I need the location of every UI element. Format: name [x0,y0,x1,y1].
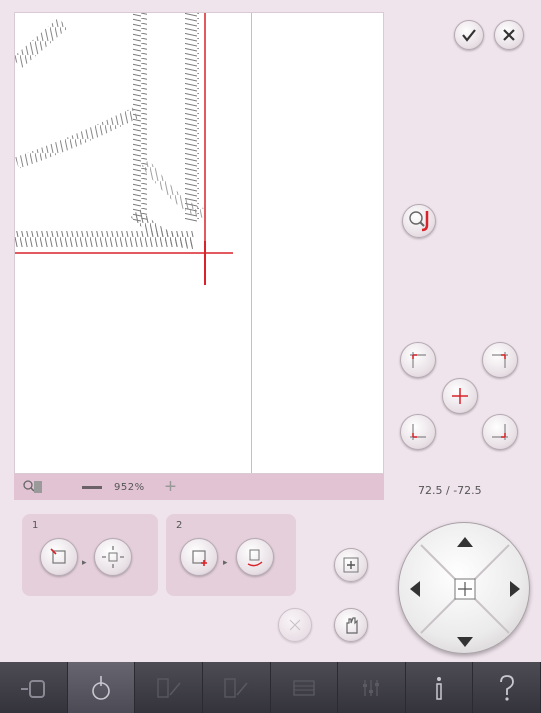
corner-bottom-left-icon [410,424,426,440]
zoom-to-cursor-button[interactable] [402,204,436,238]
tab-edit[interactable] [0,662,68,713]
arrow-down-icon[interactable] [456,633,474,652]
corner-top-right-icon [492,352,508,368]
step-2-move-point-button[interactable] [236,538,274,576]
embroidery-canvas[interactable] [14,12,384,474]
tab-stitch-out[interactable] [67,662,136,713]
step-1-select-point-button[interactable] [40,538,78,576]
center-icon [452,388,468,404]
step-number: 2 [176,520,183,531]
step-number: 1 [32,520,39,531]
step-2-select-point-button[interactable] [180,538,218,576]
sewing-icon [156,677,181,698]
corner-bottom-left-button[interactable] [400,414,436,450]
stitch-out-positioning-screen: 952% + 72.5 / -72.5 1 ▸ 2 ▸ [0,0,541,713]
tab-file-manager[interactable] [271,662,339,713]
zoom-out-button[interactable] [82,485,102,489]
corner-top-left-icon [410,352,426,368]
corner-bottom-right-icon [492,424,508,440]
zoom-area-button[interactable] [278,608,312,642]
file-manager-icon [293,679,315,696]
corner-bottom-right-button[interactable] [482,414,518,450]
rotate-icon [247,549,263,567]
help-icon [499,674,514,701]
move-arrows-icon [102,546,124,568]
center-button[interactable] [442,378,478,414]
arrow-up-icon[interactable] [456,533,474,552]
zoom-to-box-icon[interactable] [22,478,44,496]
design-point-icon [50,548,66,564]
hand-icon [346,617,358,634]
zoom-to-cursor-icon [409,211,429,232]
pan-button[interactable] [334,608,368,642]
info-icon [436,676,442,700]
settings-icon [363,679,380,696]
design-point-icon [192,550,207,566]
tab-stitches[interactable] [203,662,271,713]
edit-icon [21,679,46,698]
step-1-panel: 1 ▸ [22,514,158,596]
fit-to-hoop-button[interactable] [334,548,368,582]
arrow-right-icon[interactable] [509,580,521,602]
close-icon [503,29,515,41]
cancel-button[interactable] [494,20,524,50]
checkmark-icon [462,29,476,42]
arrow-icon: ▸ [82,558,87,568]
tab-info[interactable] [406,662,474,713]
move-center-icon[interactable] [454,578,476,604]
positioning-wheel[interactable] [398,522,530,654]
tab-help[interactable] [473,662,541,713]
corner-top-right-button[interactable] [482,342,518,378]
zoom-level: 952% [114,481,145,493]
arrow-left-icon[interactable] [409,580,421,602]
zoom-bar: 952% + [14,474,384,500]
step-1-move-point-button[interactable] [94,538,132,576]
tab-sewing[interactable] [135,662,203,713]
corner-top-left-button[interactable] [400,342,436,378]
embroidery-icon [92,675,110,700]
confirm-button[interactable] [454,20,484,50]
position-readout: 72.5 / -72.5 [418,484,482,497]
bottom-toolbar [0,662,541,713]
zoom-in-button[interactable]: + [165,477,177,497]
tab-settings[interactable] [338,662,406,713]
zoom-area-icon [289,619,301,631]
stitches-icon [224,677,248,698]
step-2-panel: 2 ▸ [166,514,296,596]
fit-to-hoop-icon [343,557,359,573]
arrow-icon: ▸ [223,558,228,568]
embroidery-design [15,13,233,285]
